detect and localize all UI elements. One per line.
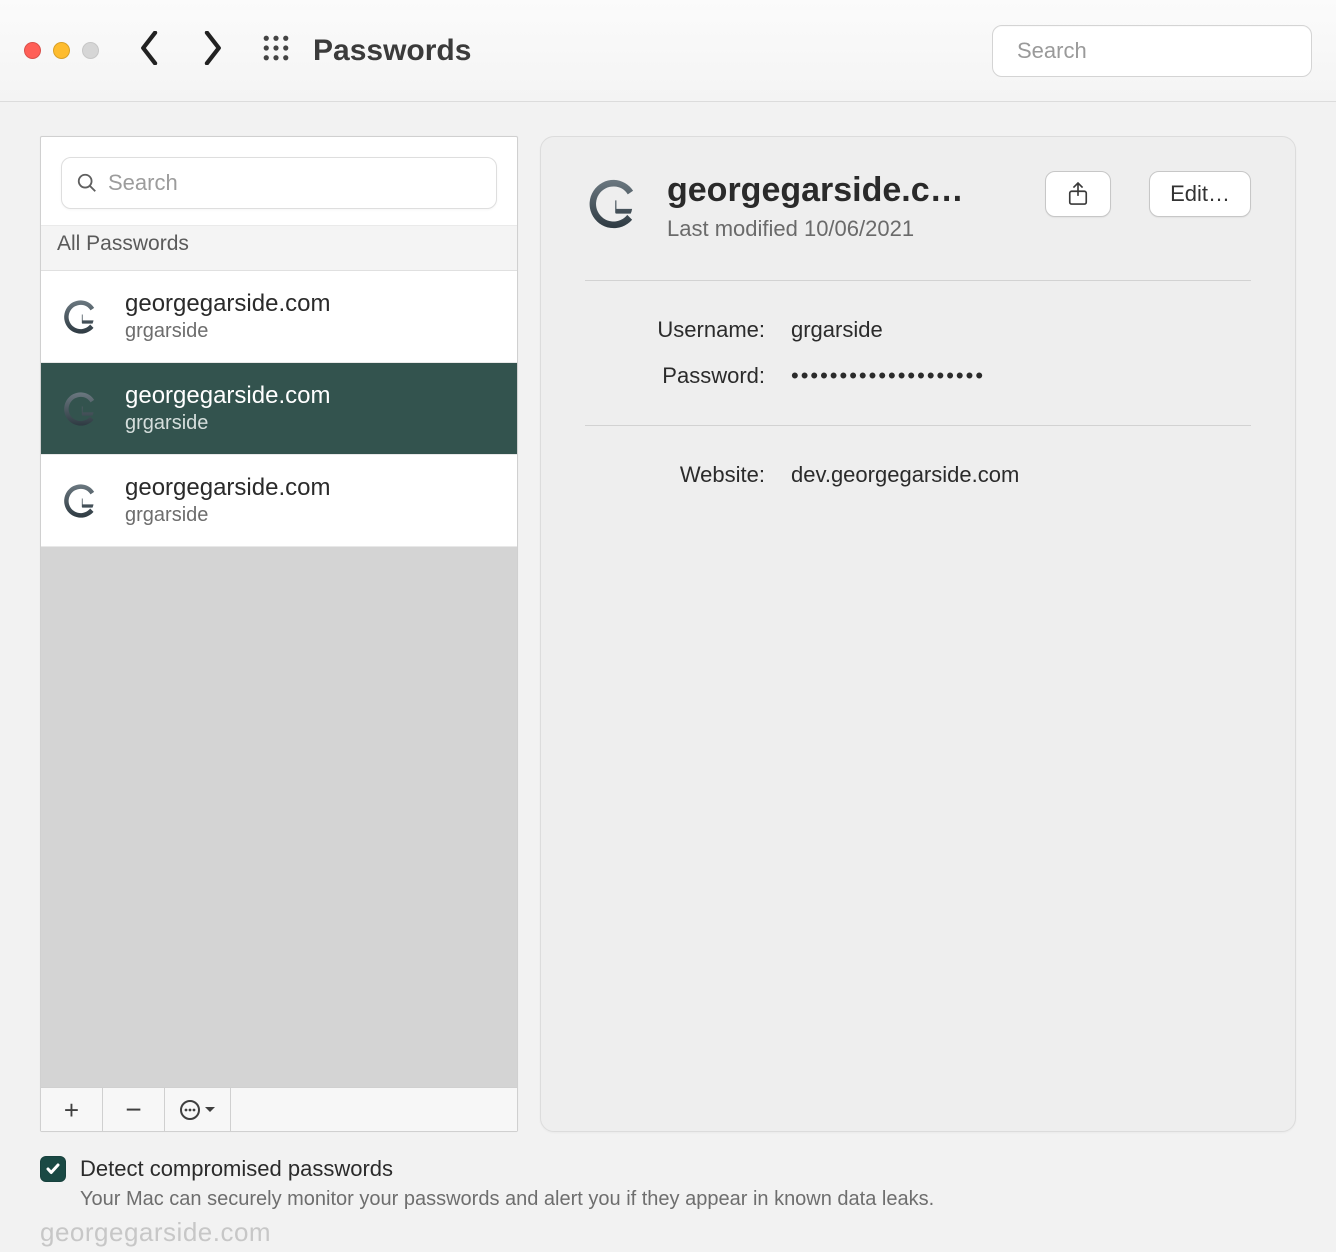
content: All Passwords georgegarside.com grgarsid… (0, 102, 1336, 1132)
zoom-window-button[interactable] (82, 42, 99, 59)
website-label: Website: (585, 462, 765, 488)
password-list-item[interactable]: georgegarside.com grgarside (41, 271, 517, 363)
share-button[interactable] (1045, 171, 1111, 217)
password-list[interactable]: georgegarside.com grgarside georgegarsid… (41, 271, 517, 1087)
list-item-site: georgegarside.com (125, 290, 330, 318)
list-item-site: georgegarside.com (125, 382, 330, 410)
window-title: Passwords (313, 34, 471, 68)
ellipsis-icon (180, 1100, 200, 1120)
password-list-item[interactable]: georgegarside.com grgarside (41, 363, 517, 455)
detail-title: georgegarside.c… (667, 171, 987, 210)
detail-last-modified: Last modified 10/06/2021 (667, 216, 1021, 242)
password-detail-panel: georgegarside.c… Last modified 10/06/202… (540, 136, 1296, 1132)
remove-password-button[interactable] (103, 1088, 165, 1131)
list-item-user: grgarside (125, 504, 330, 527)
titlebar: Passwords (0, 0, 1336, 102)
site-favicon (61, 297, 101, 337)
add-password-button[interactable] (41, 1088, 103, 1131)
detail-favicon (585, 175, 643, 233)
list-footer (41, 1087, 517, 1131)
site-favicon (61, 481, 101, 521)
password-label: Password: (585, 363, 765, 389)
detect-compromised-desc: Your Mac can securely monitor your passw… (80, 1188, 1296, 1211)
checkmark-icon (45, 1161, 61, 1177)
share-icon (1067, 181, 1089, 207)
close-window-button[interactable] (24, 42, 41, 59)
list-item-user: grgarside (125, 412, 330, 435)
username-value: grgarside (791, 317, 883, 343)
list-item-user: grgarside (125, 320, 330, 343)
watermark: georgegarside.com (40, 1217, 1296, 1248)
nav-arrows (139, 31, 223, 70)
website-section: Website: dev.georgegarside.com (585, 426, 1251, 524)
username-row[interactable]: Username: grgarside (585, 307, 1251, 353)
password-list-item[interactable]: georgegarside.com grgarside (41, 455, 517, 547)
detect-compromised-row[interactable]: Detect compromised passwords (40, 1156, 1296, 1182)
search-icon (76, 172, 98, 194)
site-favicon (61, 389, 101, 429)
all-preferences-button[interactable] (263, 35, 289, 66)
minimize-window-button[interactable] (53, 42, 70, 59)
toolbar-search-input[interactable] (1017, 38, 1305, 64)
credentials-section: Username: grgarside Password: ••••••••••… (585, 281, 1251, 426)
forward-button[interactable] (201, 31, 223, 70)
list-item-site: georgegarside.com (125, 474, 330, 502)
password-value-masked: •••••••••••••••••••• (791, 363, 985, 389)
list-section-header: All Passwords (41, 225, 517, 271)
more-options-button[interactable] (165, 1088, 231, 1131)
toolbar-search[interactable] (992, 25, 1312, 77)
list-search-input[interactable] (108, 170, 482, 196)
password-list-panel: All Passwords georgegarside.com grgarsid… (40, 136, 518, 1132)
detail-header: georgegarside.c… Last modified 10/06/202… (585, 171, 1251, 281)
back-button[interactable] (139, 31, 161, 70)
password-row[interactable]: Password: •••••••••••••••••••• (585, 353, 1251, 399)
website-row[interactable]: Website: dev.georgegarside.com (585, 452, 1251, 498)
website-value: dev.georgegarside.com (791, 462, 1019, 488)
detect-compromised-label: Detect compromised passwords (80, 1156, 393, 1182)
edit-button[interactable]: Edit… (1149, 171, 1251, 217)
footer-area: Detect compromised passwords Your Mac ca… (0, 1132, 1336, 1248)
window-controls (24, 42, 99, 59)
list-search[interactable] (61, 157, 497, 209)
username-label: Username: (585, 317, 765, 343)
detect-compromised-checkbox[interactable] (40, 1156, 66, 1182)
chevron-down-icon (204, 1104, 216, 1116)
grid-icon (263, 35, 289, 61)
